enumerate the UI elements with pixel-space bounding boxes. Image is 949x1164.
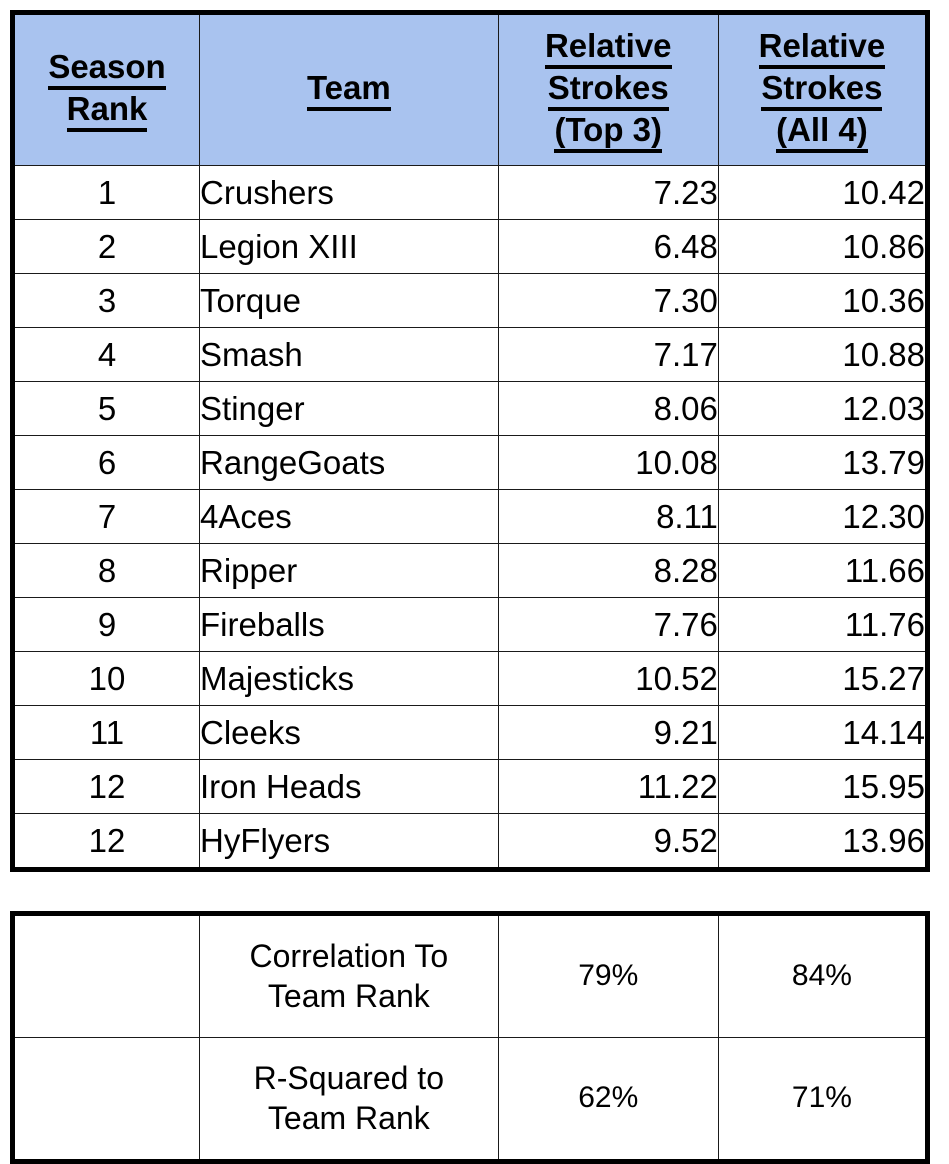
table-row: 5 Stinger 8.06 12.03	[11, 381, 929, 436]
cell-relative-strokes-all4: 10.86	[717, 219, 929, 274]
table-row: 6 RangeGoats 10.08 13.79	[11, 435, 929, 490]
summary-metric-label: Correlation To Team Rank	[199, 913, 499, 1038]
summary-cell-all4: 84%	[717, 913, 929, 1038]
summary-cell-top3: 79%	[497, 913, 719, 1038]
cell-season-rank: 12	[11, 813, 201, 870]
cell-relative-strokes-all4: 12.30	[717, 489, 929, 544]
cell-relative-strokes-all4: 14.14	[717, 705, 929, 760]
cell-team: Fireballs	[199, 597, 499, 652]
table-row: 11 Cleeks 9.21 14.14	[11, 705, 929, 760]
column-header-team: Team	[199, 12, 499, 166]
cell-relative-strokes-all4: 13.79	[717, 435, 929, 490]
cell-relative-strokes-all4: 10.88	[717, 327, 929, 382]
header-line: (All 4)	[776, 111, 868, 154]
cell-relative-strokes-top3: 7.23	[497, 165, 719, 220]
cell-season-rank: 11	[11, 705, 201, 760]
table-row: 12 HyFlyers 9.52 13.96	[11, 813, 929, 870]
cell-season-rank: 6	[11, 435, 201, 490]
summary-row: R-Squared to Team Rank 62% 71%	[11, 1037, 929, 1162]
table-row: 8 Ripper 8.28 11.66	[11, 543, 929, 598]
summary-row: Correlation To Team Rank 79% 84%	[11, 913, 929, 1038]
header-line: (Top 3)	[554, 111, 662, 154]
cell-season-rank: 4	[11, 327, 201, 382]
column-header-relative-strokes-all4: Relative Strokes (All 4)	[717, 12, 929, 166]
column-header-season-rank: Season Rank	[11, 12, 201, 166]
page-root: Season Rank Team Relative Strokes (Top 3…	[0, 0, 949, 1164]
table-row: 10 Majesticks 10.52 15.27	[11, 651, 929, 706]
cell-team: Crushers	[199, 165, 499, 220]
cell-relative-strokes-top3: 7.30	[497, 273, 719, 328]
cell-team: Torque	[199, 273, 499, 328]
header-line: Season	[48, 48, 166, 90]
table-row: 2 Legion XIII 6.48 10.86	[11, 219, 929, 274]
cell-team: RangeGoats	[199, 435, 499, 490]
table-row: 12 Iron Heads 11.22 15.95	[11, 759, 929, 814]
cell-relative-strokes-top3: 8.11	[497, 489, 719, 544]
cell-relative-strokes-top3: 8.06	[497, 381, 719, 436]
summary-label-line: Correlation To	[249, 938, 449, 975]
cell-relative-strokes-top3: 8.28	[497, 543, 719, 598]
table-row: 1 Crushers 7.23 10.42	[11, 165, 929, 220]
cell-team: HyFlyers	[199, 813, 499, 870]
standings-table: Season Rank Team Relative Strokes (Top 3…	[10, 10, 930, 872]
column-header-relative-strokes-top3: Relative Strokes (Top 3)	[497, 12, 719, 166]
summary-cell-empty	[11, 1037, 201, 1162]
cell-season-rank: 3	[11, 273, 201, 328]
cell-relative-strokes-all4: 15.95	[717, 759, 929, 814]
table-row: 9 Fireballs 7.76 11.76	[11, 597, 929, 652]
cell-relative-strokes-all4: 15.27	[717, 651, 929, 706]
summary-cell-empty	[11, 913, 201, 1038]
header-line: Team	[306, 69, 391, 112]
header-line: Rank	[66, 90, 148, 133]
cell-team: Legion XIII	[199, 219, 499, 274]
summary-label-line: Team Rank	[267, 977, 430, 1014]
summary-table: Correlation To Team Rank 79% 84% R-Squared t…	[10, 911, 930, 1164]
cell-team: Majesticks	[199, 651, 499, 706]
cell-season-rank: 1	[11, 165, 201, 220]
cell-relative-strokes-top3: 10.52	[497, 651, 719, 706]
summary-metric-label: R-Squared to Team Rank	[199, 1037, 499, 1162]
summary-label-line: Team Rank	[267, 1099, 430, 1136]
cell-season-rank: 12	[11, 759, 201, 814]
summary-table-body: Correlation To Team Rank 79% 84% R-Squared t…	[11, 913, 929, 1162]
cell-team: Smash	[199, 327, 499, 382]
cell-relative-strokes-top3: 7.76	[497, 597, 719, 652]
cell-team: Ripper	[199, 543, 499, 598]
cell-season-rank: 10	[11, 651, 201, 706]
header-line: Relative	[758, 27, 886, 69]
cell-relative-strokes-top3: 6.48	[497, 219, 719, 274]
standings-table-header: Season Rank Team Relative Strokes (Top 3…	[11, 12, 929, 166]
summary-cell-all4: 71%	[717, 1037, 929, 1162]
cell-team: Stinger	[199, 381, 499, 436]
header-line: Strokes	[547, 69, 669, 112]
cell-relative-strokes-top3: 9.52	[497, 813, 719, 870]
table-row: 7 4Aces 8.11 12.30	[11, 489, 929, 544]
cell-relative-strokes-all4: 11.76	[717, 597, 929, 652]
cell-season-rank: 8	[11, 543, 201, 598]
cell-relative-strokes-all4: 11.66	[717, 543, 929, 598]
cell-team: Cleeks	[199, 705, 499, 760]
cell-relative-strokes-all4: 10.42	[717, 165, 929, 220]
header-line: Strokes	[761, 69, 883, 112]
cell-relative-strokes-top3: 10.08	[497, 435, 719, 490]
cell-season-rank: 7	[11, 489, 201, 544]
cell-relative-strokes-all4: 13.96	[717, 813, 929, 870]
cell-season-rank: 5	[11, 381, 201, 436]
cell-relative-strokes-all4: 10.36	[717, 273, 929, 328]
table-row: 4 Smash 7.17 10.88	[11, 327, 929, 382]
header-line: Relative	[544, 27, 672, 69]
cell-season-rank: 2	[11, 219, 201, 274]
standings-table-body: 1 Crushers 7.23 10.42 2 Legion XIII 6.48 10.86 3…	[11, 165, 929, 870]
cell-relative-strokes-top3: 7.17	[497, 327, 719, 382]
cell-team: 4Aces	[199, 489, 499, 544]
cell-relative-strokes-top3: 9.21	[497, 705, 719, 760]
table-row: 3 Torque 7.30 10.36	[11, 273, 929, 328]
cell-relative-strokes-all4: 12.03	[717, 381, 929, 436]
summary-cell-top3: 62%	[497, 1037, 719, 1162]
summary-label-line: R-Squared to	[253, 1060, 444, 1097]
cell-relative-strokes-top3: 11.22	[497, 759, 719, 814]
cell-team: Iron Heads	[199, 759, 499, 814]
header-row: Season Rank Team Relative Strokes (Top 3…	[11, 12, 929, 166]
cell-season-rank: 9	[11, 597, 201, 652]
